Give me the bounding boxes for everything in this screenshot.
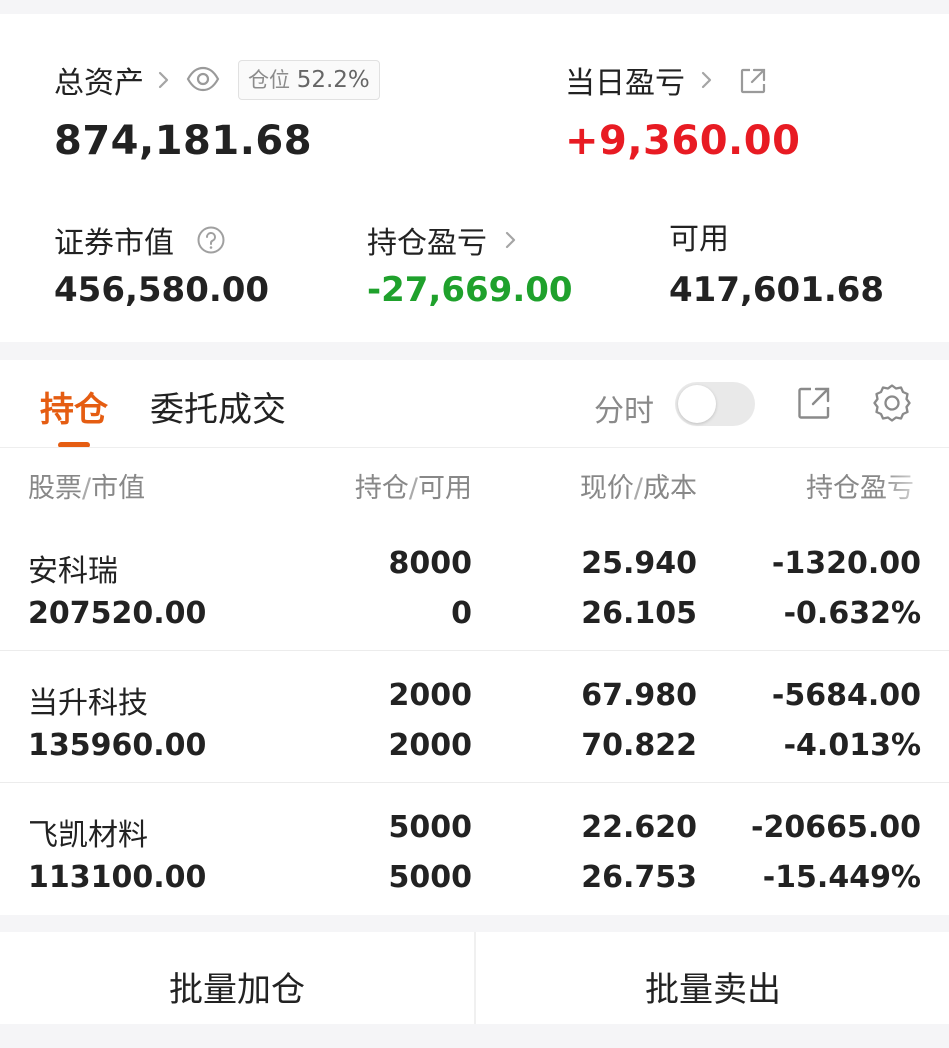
holding-row[interactable]: 当升科技 135960.00 2000 2000 67.980 70.822 -… [0,662,949,782]
eye-icon[interactable] [186,64,220,94]
total-assets-label: 总资产 [54,66,144,101]
available-qty: 0 [451,596,472,631]
holding-pnl-link[interactable]: 持仓盈亏 [367,220,521,261]
tab-divider [0,447,949,448]
holding-row[interactable]: 飞凯材料 113100.00 5000 5000 22.620 26.753 -… [0,794,949,914]
stock-name: 飞凯材料 [28,818,148,853]
holding-pnl-value: -27,669.00 [367,270,573,310]
position-ratio-badge: 仓位 52.2% [238,60,380,100]
holding-pnl-pct: -4.013% [783,728,921,763]
total-assets-value: 874,181.68 [54,118,313,164]
stock-market-value: 113100.00 [28,860,207,895]
current-price: 22.620 [581,810,697,845]
position-ratio-value: 52.2% [296,67,370,93]
gear-icon[interactable] [871,382,913,424]
toggle-knob [678,385,716,423]
bottom-action-bar: 批量加仓 批量卖出 [0,932,949,1024]
col-holding-label: 持仓 [354,473,409,504]
col-header-stock: 股票/市值 [28,473,146,504]
holding-qty: 8000 [388,546,473,581]
available-qty: 5000 [388,860,473,895]
market-value-value: 456,580.00 [54,270,270,310]
daily-pnl-label: 当日盈亏 [565,66,685,101]
holding-qty: 5000 [388,810,473,845]
available-label: 可用 [669,222,729,257]
col-market-value-label: 市值 [91,473,146,504]
help-circle-icon[interactable] [196,225,226,255]
asset-summary-card: 总资产 仓位 52.2% 874,181.68 当日盈亏 +9,360.00 证… [0,14,949,342]
holding-pnl: -1320.00 [771,546,921,581]
col-header-price: 现价/成本 [579,473,697,504]
row-divider [0,650,949,651]
col-header-holding: 持仓/可用 [354,473,472,504]
cost-price: 26.105 [581,596,697,631]
tab-orders-trades[interactable]: 委托成交 [150,382,286,431]
stock-market-value: 207520.00 [28,596,207,631]
header-fade [880,460,949,510]
market-value-label: 证券市值 [54,226,174,261]
holding-pnl: -5684.00 [771,678,921,713]
row-divider [0,782,949,783]
current-price: 67.980 [581,678,697,713]
batch-add-button[interactable]: 批量加仓 [0,932,474,1024]
holdings-card: 持仓 委托成交 分时 股票/市值 持仓/可用 现价/成本 持仓盈亏 安科瑞 20… [0,360,949,915]
position-ratio-label: 仓位 [248,68,290,92]
available-qty: 2000 [388,728,473,763]
holding-pnl-pct: -0.632% [783,596,921,631]
col-available-label: 可用 [418,473,472,504]
chevron-right-icon [701,71,712,89]
tab-holdings[interactable]: 持仓 [40,382,108,431]
market-value-group: 证券市值 [54,220,226,261]
cost-price: 26.753 [581,860,697,895]
total-assets-link[interactable]: 总资产 [54,60,174,101]
holding-pnl-pct: -15.449% [762,860,921,895]
holding-row[interactable]: 安科瑞 207520.00 8000 0 25.940 26.105 -1320… [0,530,949,650]
holding-qty: 2000 [388,678,473,713]
col-price-label: 现价 [579,473,634,504]
stock-name: 当升科技 [28,686,148,721]
batch-sell-button[interactable]: 批量卖出 [476,932,949,1024]
chevron-right-icon [158,71,169,89]
timeshare-toggle[interactable] [675,382,755,426]
col-cost-label: 成本 [643,473,697,504]
external-link-icon[interactable] [738,66,768,96]
timeshare-label: 分时 [594,394,654,429]
available-value: 417,601.68 [669,270,885,310]
chevron-right-icon [505,231,516,249]
current-price: 25.940 [581,546,697,581]
top-strip [0,0,949,14]
col-stock-label: 股票 [28,473,82,504]
share-icon[interactable] [795,384,833,422]
stock-name: 安科瑞 [28,554,118,589]
holding-pnl: -20665.00 [751,810,921,845]
stock-market-value: 135960.00 [28,728,207,763]
cost-price: 70.822 [581,728,697,763]
holding-pnl-label: 持仓盈亏 [367,226,487,261]
daily-pnl-link[interactable]: 当日盈亏 [565,60,717,101]
daily-pnl-value: +9,360.00 [565,118,801,164]
